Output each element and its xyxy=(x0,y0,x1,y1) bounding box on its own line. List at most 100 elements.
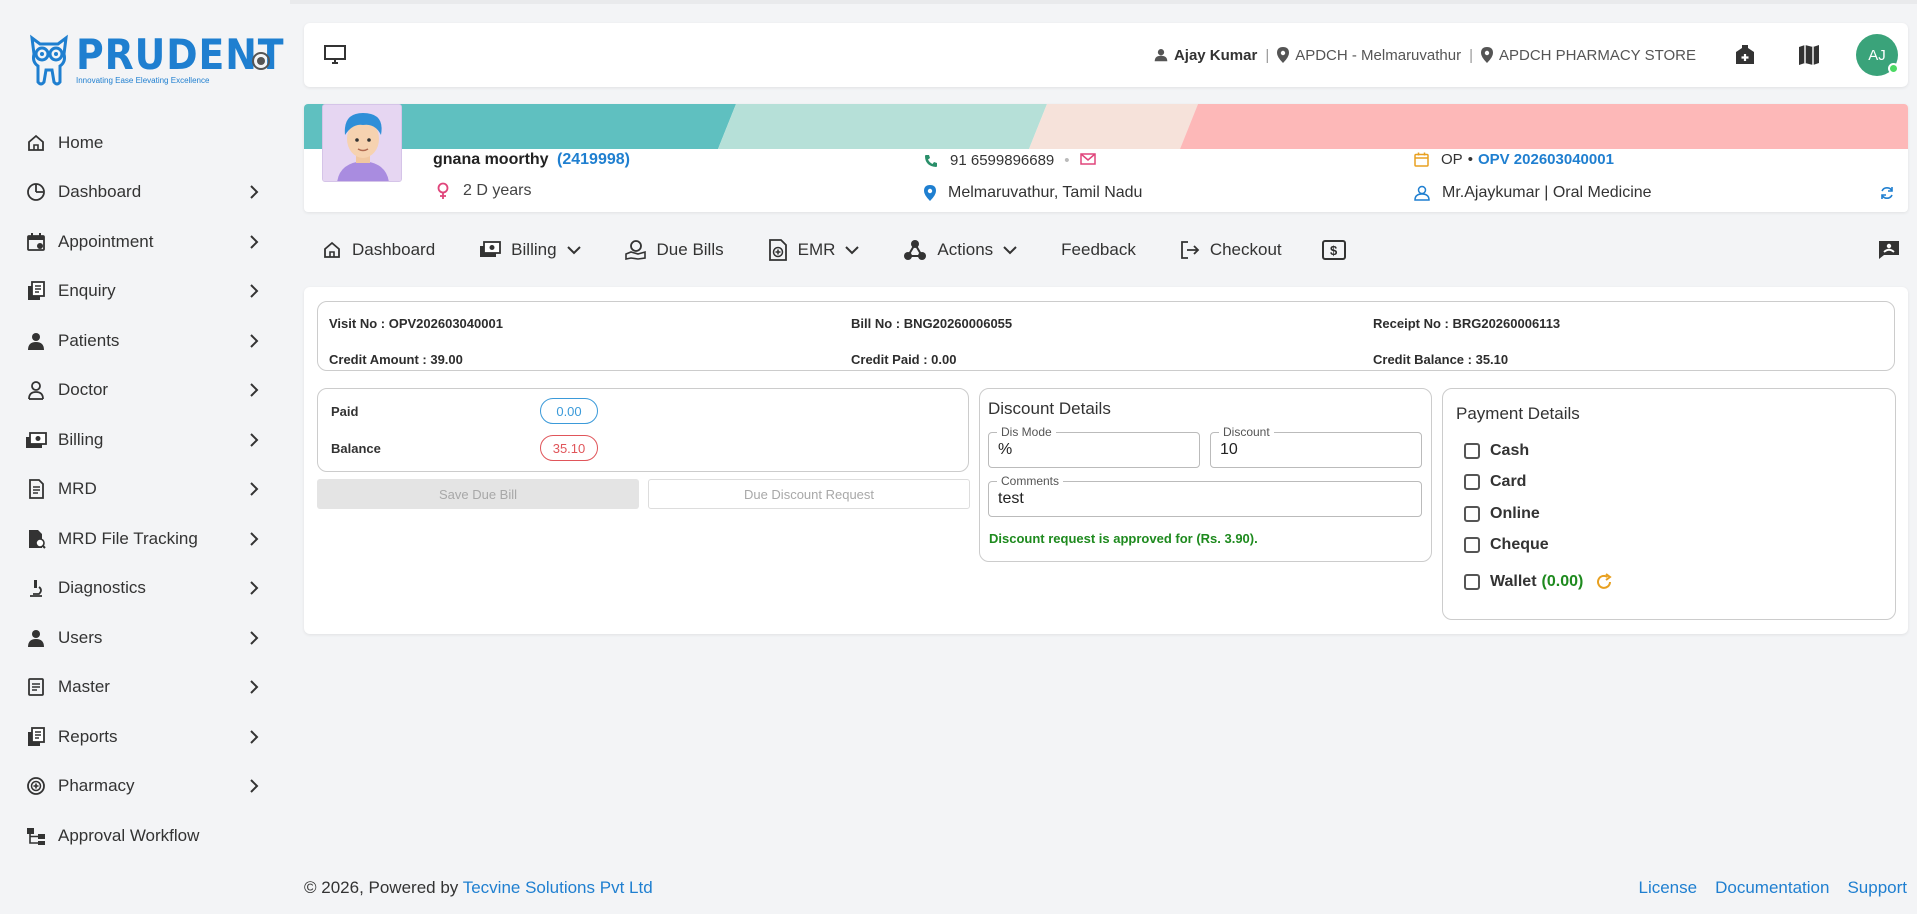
header-store[interactable]: APDCH PHARMACY STORE xyxy=(1499,47,1696,64)
chevron-right-icon xyxy=(244,727,264,747)
sidebar-item-pharmacy[interactable]: Pharmacy xyxy=(24,762,264,812)
message-icon[interactable] xyxy=(1878,240,1900,265)
sidebar-item-dashboard[interactable]: Dashboard xyxy=(24,168,264,218)
sidebar-item-doctor[interactable]: Doctor xyxy=(24,366,264,416)
footer-support-link[interactable]: Support xyxy=(1847,878,1907,898)
discount-input[interactable]: Discount 10 xyxy=(1210,425,1422,468)
wallet-amount: (0.00) xyxy=(1541,573,1584,590)
toolbar-actions[interactable]: Actions xyxy=(903,239,1017,261)
doctor-icon xyxy=(1414,185,1430,201)
sidebar-item-master[interactable]: Master xyxy=(24,663,264,713)
balance-value: 35.10 xyxy=(540,435,598,461)
cash-checkbox[interactable] xyxy=(1464,443,1480,459)
sidebar-item-mrd-file-tracking[interactable]: MRD File Tracking xyxy=(24,514,264,564)
visit-summary: Visit No : OPV202603040001 Bill No : BNG… xyxy=(317,301,1895,371)
card-checkbox[interactable] xyxy=(1464,474,1480,490)
location-pin-icon xyxy=(1277,47,1290,63)
online-checkbox[interactable] xyxy=(1464,506,1480,522)
patient-name-text: gnana moorthy xyxy=(433,151,549,168)
sidebar-item-label: Pharmacy xyxy=(58,776,135,796)
file-tracking-icon xyxy=(24,527,48,551)
toolbar-checkout[interactable]: Checkout xyxy=(1180,240,1282,260)
sidebar-item-users[interactable]: Users xyxy=(24,613,264,663)
wallet-label: Wallet xyxy=(1490,573,1537,590)
sidebar-item-billing[interactable]: Billing xyxy=(24,415,264,465)
payment-option-cheque[interactable]: Cheque xyxy=(1464,536,1549,554)
sidebar-item-home[interactable]: Home xyxy=(24,118,264,168)
toolbar-emr[interactable]: EMR xyxy=(768,239,860,261)
location-pin-icon xyxy=(1481,47,1493,63)
top-header: Ajay Kumar | APDCH - Melmaruvathur | APD… xyxy=(304,23,1908,87)
discount-label: Discount xyxy=(1219,425,1274,439)
sidebar: PRUDENT Innovating Ease Elevating Excell… xyxy=(0,0,290,914)
chevron-right-icon xyxy=(244,430,264,450)
due-discount-request-button[interactable]: Due Discount Request xyxy=(648,479,970,509)
visit-number[interactable]: OPV 202603040001 xyxy=(1478,151,1614,168)
comments-input[interactable]: Comments test xyxy=(988,474,1422,517)
patient-name: gnana moorthy (2419998) xyxy=(433,151,630,169)
bill-number-field: Bill No : BNG20260006055 xyxy=(851,316,1013,331)
doctor-icon xyxy=(24,378,48,402)
visit-number-field: Visit No : OPV202603040001 xyxy=(329,316,503,331)
sidebar-item-reports[interactable]: Reports xyxy=(24,712,264,762)
payment-title: Payment Details xyxy=(1456,404,1580,423)
payment-option-online[interactable]: Online xyxy=(1464,505,1540,523)
female-icon xyxy=(437,182,449,200)
wallet-refresh-icon[interactable] xyxy=(1595,573,1613,591)
balance-label: Balance xyxy=(331,441,381,456)
monitor-icon[interactable] xyxy=(324,45,346,70)
microscope-icon xyxy=(24,576,48,600)
reports-icon xyxy=(24,725,48,749)
footer-company-link[interactable]: Tecvine Solutions Pvt Ltd xyxy=(463,878,653,897)
home-icon xyxy=(322,240,342,260)
save-due-bill-button[interactable]: Save Due Bill xyxy=(317,479,639,509)
sidebar-item-patients[interactable]: Patients xyxy=(24,316,264,366)
logout-icon xyxy=(1180,240,1200,260)
refresh-icon[interactable] xyxy=(1880,186,1894,205)
sidebar-item-diagnostics[interactable]: Diagnostics xyxy=(24,564,264,614)
dollar-icon[interactable]: $ xyxy=(1321,240,1346,260)
sidebar-item-enquiry[interactable]: Enquiry xyxy=(24,267,264,317)
receipt-number-field: Receipt No : BRG20260006113 xyxy=(1373,316,1561,331)
pharmacy-store-icon[interactable] xyxy=(1730,40,1760,70)
payment-option-card[interactable]: Card xyxy=(1464,473,1526,491)
wallet-checkbox[interactable] xyxy=(1464,574,1480,590)
list-icon xyxy=(24,675,48,699)
toolbar-billing[interactable]: Billing xyxy=(479,240,581,260)
sidebar-item-mrd[interactable]: MRD xyxy=(24,465,264,515)
credit-amount-field: Credit Amount : 39.00 xyxy=(329,352,463,367)
color-band xyxy=(304,104,1908,149)
sidebar-item-appointment[interactable]: Appointment xyxy=(24,217,264,267)
toolbar-feedback-label: Feedback xyxy=(1061,240,1136,259)
user-avatar[interactable]: AJ xyxy=(1856,34,1899,76)
cheque-checkbox[interactable] xyxy=(1464,537,1480,553)
visit-info-row: OP • OPV 202603040001 xyxy=(1414,151,1614,168)
doctor-name: Mr.Ajaykumar | Oral Medicine xyxy=(1442,184,1652,201)
sidebar-item-approval-workflow[interactable]: Approval Workflow xyxy=(24,811,264,861)
toolbar-dashboard[interactable]: Dashboard xyxy=(322,240,435,260)
visit-type: OP xyxy=(1441,151,1463,168)
toolbar-feedback[interactable]: Feedback xyxy=(1061,240,1136,260)
sidebar-nav: Home Dashboard Appointment Enquiry Patie… xyxy=(24,118,264,861)
map-icon[interactable] xyxy=(1794,40,1824,70)
phone-icon xyxy=(924,154,938,168)
location-pin-icon xyxy=(924,185,936,201)
mail-icon[interactable] xyxy=(1079,152,1096,169)
discount-mode-select[interactable]: Dis Mode % xyxy=(988,425,1200,468)
paid-label: Paid xyxy=(331,404,359,419)
sidebar-item-label: Billing xyxy=(58,429,104,449)
payment-option-cash[interactable]: Cash xyxy=(1464,442,1529,460)
chevron-right-icon xyxy=(244,331,264,351)
sidebar-toggle-icon[interactable] xyxy=(252,52,270,70)
payment-option-label: Cheque xyxy=(1490,536,1549,553)
payment-option-wallet[interactable]: Wallet (0.00) xyxy=(1464,573,1613,591)
header-location[interactable]: APDCH - Melmaruvathur xyxy=(1295,47,1461,64)
footer-documentation-link[interactable]: Documentation xyxy=(1715,878,1829,898)
patient-photo xyxy=(322,104,402,182)
toolbar-due-bills[interactable]: Due Bills xyxy=(624,240,724,260)
footer-license-link[interactable]: License xyxy=(1639,878,1698,898)
patient-phone-row: 91 6599896689 • xyxy=(924,152,1096,169)
patient-age-row: 2 D years xyxy=(433,182,531,200)
patient-id[interactable]: (2419998) xyxy=(557,151,630,168)
owl-logo-icon xyxy=(30,34,68,86)
